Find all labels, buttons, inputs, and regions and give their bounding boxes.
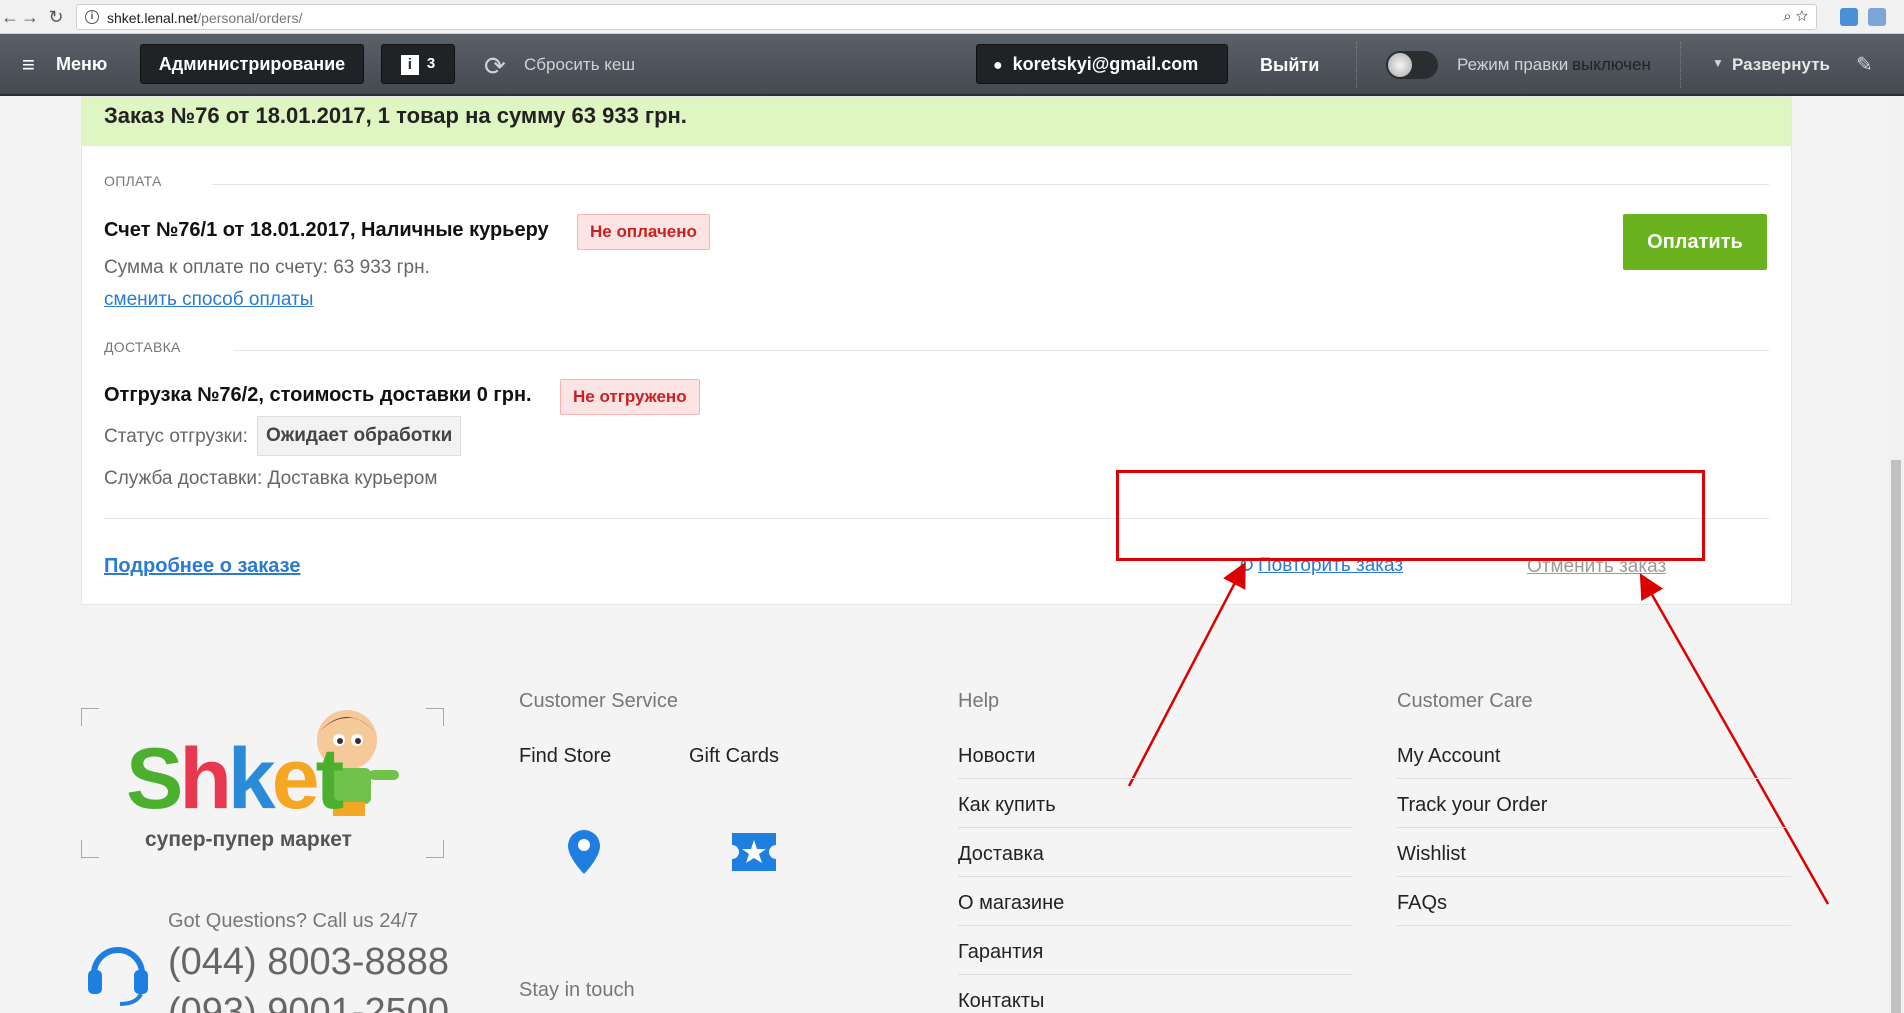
url-host: shket.lenal.net — [107, 10, 198, 26]
logo-corner — [426, 840, 444, 858]
logo-corner — [81, 708, 99, 726]
invoice-sum: Сумма к оплате по счету: 63 933 грн. — [104, 257, 430, 278]
order-header: Заказ №76 от 18.01.2017, 1 товар на сумм… — [82, 97, 1791, 146]
stay-in-touch: Stay in touch — [519, 979, 635, 1001]
url-text: shket.lenal.net/personal/orders/ — [107, 10, 302, 26]
location-pin-icon[interactable] — [567, 829, 601, 875]
url-path: /personal/orders/ — [197, 10, 303, 26]
info-icon[interactable]: i — [85, 10, 99, 24]
customer-service-heading: Customer Service — [519, 690, 678, 712]
customer-care-heading: Customer Care — [1397, 690, 1533, 712]
edit-mode-label: Режим правки — [1457, 55, 1569, 74]
scrollbar-track[interactable] — [1888, 96, 1904, 1013]
divider — [958, 827, 1352, 828]
back-icon[interactable]: ← — [0, 6, 20, 28]
invoice-title: Счет №76/1 от 18.01.2017, Наличные курье… — [104, 219, 549, 241]
care-link-track-order[interactable]: Track your Order — [1397, 794, 1547, 817]
admin-button[interactable]: Администрирование — [140, 44, 364, 84]
pin-icon[interactable]: ✎ — [1856, 52, 1873, 77]
help-link-contacts[interactable]: Контакты — [958, 990, 1044, 1013]
find-store-link[interactable]: Find Store — [519, 745, 611, 768]
divider — [1397, 778, 1791, 779]
arrow-to-cancel — [1639, 573, 1830, 905]
delivery-section-label: ДОСТАВКА — [104, 339, 181, 355]
extension-icon[interactable] — [1840, 8, 1858, 26]
separator — [1356, 42, 1357, 88]
edit-mode-toggle[interactable] — [1386, 51, 1438, 79]
expand-button[interactable]: Развернуть — [1732, 55, 1830, 75]
forward-icon[interactable]: → — [20, 6, 40, 28]
divider — [1397, 876, 1791, 877]
help-link-how-to-buy[interactable]: Как купить — [958, 794, 1056, 817]
refresh-icon[interactable]: ⟳ — [484, 51, 506, 82]
logo-corner — [426, 708, 444, 726]
notifications-button[interactable]: i3 — [381, 44, 455, 84]
shipment-status-value: Ожидает обработки — [257, 416, 462, 456]
logo-subtitle: супер-пупер маркет — [145, 828, 352, 851]
user-button[interactable]: ● koretskyi@gmail.com — [976, 44, 1228, 84]
gift-cards-link[interactable]: Gift Cards — [689, 745, 779, 768]
payment-status-badge: Не оплачено — [577, 214, 710, 250]
notifications-count: 3 — [426, 55, 436, 72]
reload-icon[interactable]: ↻ — [46, 6, 66, 28]
pay-button[interactable]: Оплатить — [1623, 214, 1767, 270]
menu-button[interactable]: Меню — [56, 54, 107, 75]
divider — [958, 876, 1352, 877]
user-icon: ● — [993, 57, 1003, 74]
logout-button[interactable]: Выйти — [1260, 55, 1319, 76]
change-payment-link[interactable]: сменить способ оплаты — [104, 289, 313, 311]
shipment-status-badge: Не отгружено — [560, 379, 700, 415]
extension-icon-2[interactable] — [1868, 8, 1886, 26]
phone-number-1[interactable]: (044) 8003-8888 — [168, 941, 449, 984]
address-bar[interactable]: i shket.lenal.net/personal/orders/ ⌕ ☆ — [76, 4, 1817, 30]
chevron-down-icon: ▼ — [1712, 56, 1724, 70]
questions-text: Got Questions? Call us 24/7 — [168, 910, 419, 932]
help-heading: Help — [958, 690, 1000, 712]
phone-number-2[interactable]: (093) 9001-2500 — [168, 991, 449, 1013]
divider — [958, 925, 1352, 926]
order-details-link[interactable]: Подробнее о заказе — [104, 555, 300, 578]
user-email: koretskyi@gmail.com — [1012, 54, 1199, 74]
scrollbar-thumb[interactable] — [1891, 460, 1901, 1013]
order-title: Заказ №76 от 18.01.2017, 1 товар на сумм… — [104, 103, 687, 128]
edit-mode-state: выключен — [1572, 55, 1651, 74]
logo-text: Shket — [126, 731, 344, 827]
care-link-my-account[interactable]: My Account — [1397, 745, 1500, 768]
help-link-about[interactable]: О магазине — [958, 892, 1064, 915]
help-link-news[interactable]: Новости — [958, 745, 1035, 768]
info-square-icon: i — [400, 55, 419, 76]
help-link-delivery[interactable]: Доставка — [958, 843, 1044, 866]
toggle-knob — [1388, 53, 1412, 77]
divider — [212, 184, 1769, 185]
hamburger-icon[interactable]: ≡ — [22, 52, 35, 78]
divider — [1397, 827, 1791, 828]
separator — [1680, 42, 1681, 88]
payment-section-label: ОПЛАТА — [104, 173, 162, 189]
annotation-rectangle — [1116, 470, 1705, 561]
headset-icon — [88, 947, 148, 1006]
gift-card-icon[interactable] — [730, 831, 778, 873]
admin-panel: ≡ Меню Администрирование i3 ⟳ Сбросить к… — [0, 34, 1904, 96]
divider — [958, 974, 1352, 975]
divider — [234, 350, 1769, 351]
delivery-service: Служба доставки: Доставка курьером — [104, 468, 438, 489]
footer-logo[interactable]: Shket супер-пупер маркет — [81, 708, 444, 858]
browser-toolbar: ← → ↻ i shket.lenal.net/personal/orders/… — [0, 0, 1904, 34]
care-link-faqs[interactable]: FAQs — [1397, 892, 1447, 915]
care-link-wishlist[interactable]: Wishlist — [1397, 843, 1466, 866]
shipment-title: Отгрузка №76/2, стоимость доставки 0 грн… — [104, 384, 532, 406]
help-link-warranty[interactable]: Гарантия — [958, 941, 1043, 964]
bookmark-star-icon[interactable]: ⌕ ☆ — [1783, 8, 1808, 25]
divider — [958, 778, 1352, 779]
shipment-status-label: Статус отгрузки: — [104, 426, 248, 447]
clear-cache-button[interactable]: Сбросить кеш — [524, 55, 635, 75]
divider — [1397, 925, 1791, 926]
logo-corner — [81, 840, 99, 858]
